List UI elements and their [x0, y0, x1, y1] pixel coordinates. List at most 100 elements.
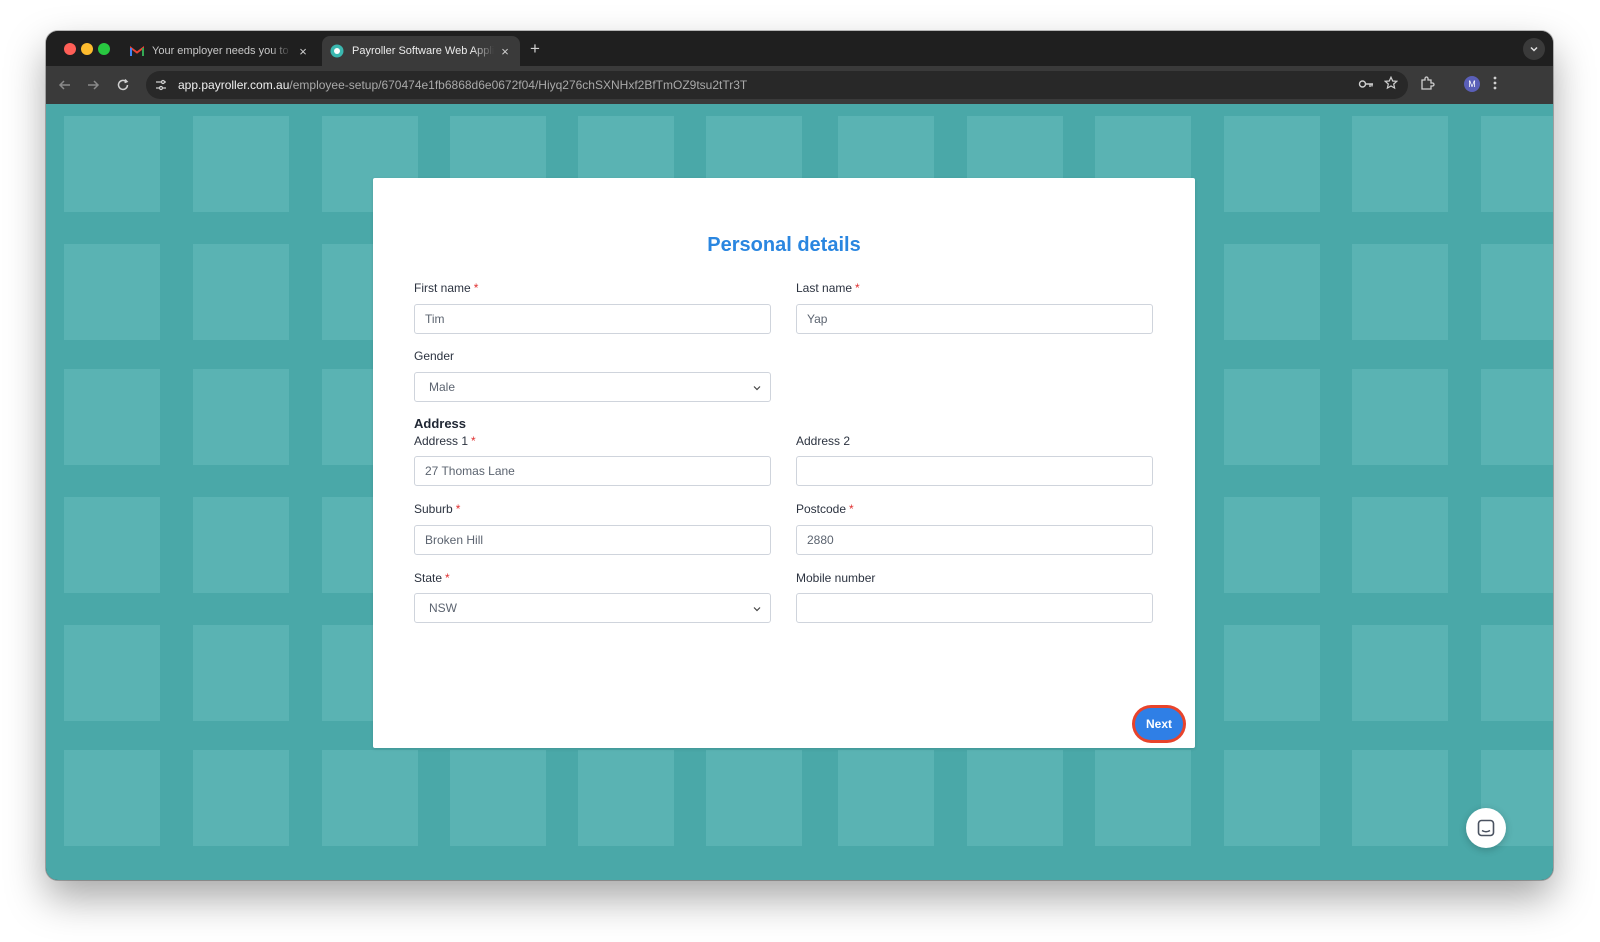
required-marker: * [471, 434, 476, 448]
close-tab-icon[interactable]: × [296, 44, 310, 59]
password-key-icon[interactable] [1358, 77, 1374, 95]
required-marker: * [473, 281, 479, 295]
profile-button[interactable]: M [1464, 76, 1480, 92]
background-tile [1224, 625, 1320, 721]
bookmark-star-icon[interactable] [1383, 75, 1399, 95]
background-tile [193, 369, 289, 465]
tab-payroller[interactable]: Payroller Software Web Application × [322, 36, 520, 66]
background-tile [193, 244, 289, 340]
background-tile [1481, 116, 1553, 212]
background-tile [1352, 244, 1448, 340]
background-tile [1224, 116, 1320, 212]
chevron-down-icon [753, 386, 761, 391]
background-tile [1481, 244, 1553, 340]
page-viewport: Personal details First name * Tim Last na… [46, 104, 1553, 880]
background-tile [1481, 369, 1553, 465]
last-name-label: Last name * [796, 281, 860, 295]
address2-label: Address 2 [796, 434, 851, 448]
mobile-number-input[interactable] [796, 593, 1153, 623]
background-tile [64, 625, 160, 721]
gmail-icon [130, 44, 144, 58]
browser-menu-button[interactable] [1493, 76, 1497, 90]
tab-strip: Your employer needs you to fill × Payrol… [46, 31, 1553, 66]
background-tile [64, 244, 160, 340]
address1-input[interactable]: 27 Thomas Lane [414, 456, 771, 486]
url-path: /employee-setup/670474e1fb6868d6e0672f04… [289, 78, 748, 92]
background-tile [64, 369, 160, 465]
gender-label: Gender [414, 349, 455, 363]
chevron-down-icon [753, 607, 761, 612]
background-tile [193, 625, 289, 721]
background-tile [193, 750, 289, 846]
tab-title: Payroller Software Web Application [352, 45, 494, 57]
background-tile [64, 497, 160, 593]
tab-gmail[interactable]: Your employer needs you to fill × [122, 36, 318, 66]
background-tile [193, 497, 289, 593]
more-vertical-icon [1493, 76, 1497, 90]
gender-select-value: Male [429, 380, 456, 394]
chat-launcher-button[interactable] [1466, 808, 1506, 848]
close-window-button[interactable] [64, 43, 76, 55]
page-title: Personal details [707, 234, 861, 256]
postcode-input[interactable]: 2880 [796, 525, 1153, 555]
first-name-input[interactable]: Tim [414, 304, 771, 334]
address2-input[interactable] [796, 456, 1153, 486]
first-name-label: First name * [414, 281, 479, 295]
personal-details-card: Personal details First name * Tim Last na… [373, 178, 1195, 748]
address1-label: Address 1 * [414, 434, 476, 448]
background-tile [1481, 497, 1553, 593]
new-tab-button[interactable]: + [526, 40, 544, 58]
back-button[interactable] [56, 76, 74, 94]
url-text: app.payroller.com.au/employee-setup/6704… [178, 78, 747, 92]
minimize-window-button[interactable] [81, 43, 93, 55]
background-tile [1352, 750, 1448, 846]
background-tile [64, 750, 160, 846]
site-settings-icon[interactable] [152, 76, 170, 94]
address-bar[interactable]: app.payroller.com.au/employee-setup/6704… [146, 71, 1408, 99]
background-tile [1224, 750, 1320, 846]
background-tile [193, 116, 289, 212]
tab-title: Your employer needs you to fill [152, 45, 292, 57]
close-tab-icon[interactable]: × [498, 44, 512, 59]
suburb-label: Suburb * [414, 502, 461, 516]
background-tile [1224, 497, 1320, 593]
background-tile [64, 116, 160, 212]
state-select-value: NSW [429, 601, 457, 615]
background-tile [1481, 625, 1553, 721]
mobile-number-label: Mobile number [796, 571, 876, 585]
chat-icon [1477, 819, 1495, 837]
background-tile [322, 750, 418, 846]
forward-button[interactable] [84, 76, 102, 94]
required-marker: * [849, 502, 854, 516]
browser-toolbar: app.payroller.com.au/employee-setup/6704… [46, 66, 1553, 104]
last-name-input[interactable]: Yap [796, 304, 1153, 334]
background-tile [1095, 750, 1191, 846]
background-tile [967, 750, 1063, 846]
payroller-icon [330, 44, 344, 58]
background-tile [1224, 369, 1320, 465]
required-marker: * [455, 502, 461, 516]
maximize-window-button[interactable] [98, 43, 110, 55]
reload-button[interactable] [114, 76, 132, 94]
required-marker: * [855, 281, 860, 295]
chevron-down-icon [1530, 46, 1538, 52]
arrow-left-icon [58, 80, 70, 90]
suburb-input[interactable]: Broken Hill [414, 525, 771, 555]
background-tile [706, 750, 802, 846]
reload-icon [117, 78, 129, 91]
browser-window: Your employer needs you to fill × Payrol… [46, 31, 1553, 880]
background-tile [450, 750, 546, 846]
tab-search-button[interactable] [1523, 38, 1545, 60]
background-tile [1352, 497, 1448, 593]
state-label: State * [414, 571, 450, 585]
background-tile [1352, 116, 1448, 212]
gender-select[interactable]: Male [414, 372, 771, 402]
background-tile [578, 750, 674, 846]
background-tile [1224, 244, 1320, 340]
next-button[interactable]: Next [1135, 708, 1183, 740]
state-select[interactable]: NSW [414, 593, 771, 623]
avatar: M [1464, 76, 1480, 92]
background-tile [838, 750, 934, 846]
extensions-button[interactable] [1420, 76, 1435, 91]
background-tile [1352, 625, 1448, 721]
